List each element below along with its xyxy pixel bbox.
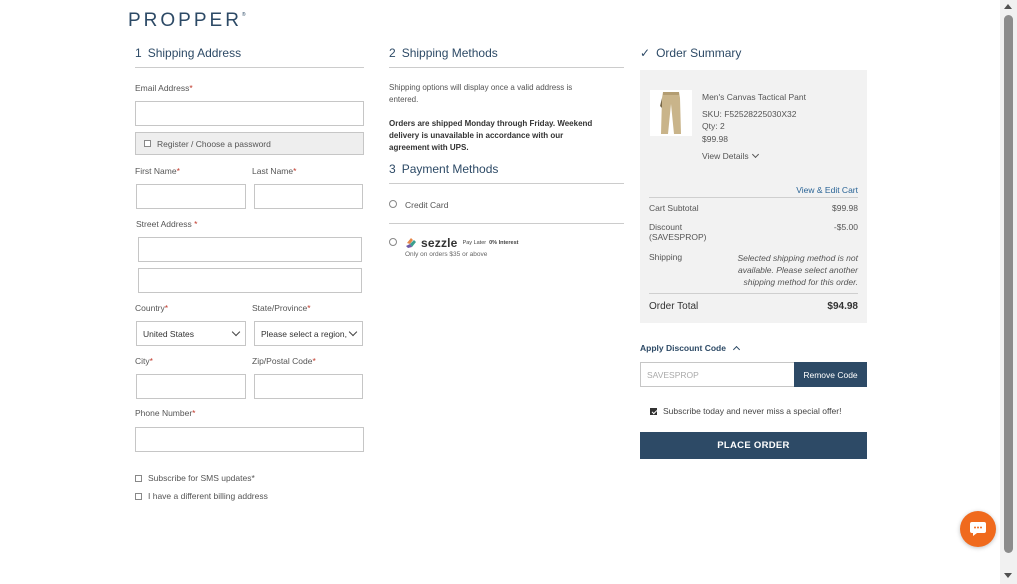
check-icon: ✓	[640, 46, 651, 60]
shipping-methods-title: 2 Shipping Methods	[389, 44, 624, 68]
chevron-down-icon	[231, 327, 241, 337]
billing-checkbox[interactable]	[135, 492, 142, 500]
chat-icon	[970, 522, 986, 536]
apply-discount-toggle[interactable]: Apply Discount Code	[640, 343, 740, 354]
newsletter-subscribe-row[interactable]: Subscribe today and never miss a special…	[650, 406, 841, 416]
phone-field[interactable]	[135, 427, 364, 452]
order-total-row: Order Total $94.98	[649, 301, 858, 312]
product-thumbnail[interactable]	[650, 90, 692, 136]
product-sku: SKU: F52528225030X32	[702, 109, 797, 119]
scroll-thumb[interactable]	[1004, 15, 1013, 553]
payment-credit-card[interactable]: Credit Card	[389, 195, 624, 224]
street-address-label: Street Address *	[136, 219, 198, 229]
discount-row: Discount (SAVESPROP) -$5.00	[649, 222, 858, 242]
sezzle-logo-icon	[406, 238, 416, 248]
zip-label: Zip/Postal Code*	[252, 356, 316, 366]
shipping-note: Shipping options will display once a val…	[389, 83, 573, 104]
register-label: Register / Choose a password	[157, 138, 271, 149]
page-scrollbar[interactable]	[1000, 0, 1017, 584]
last-name-label: Last Name*	[252, 166, 297, 176]
cart-subtotal-row: Cart Subtotal $99.98	[649, 203, 858, 213]
credit-card-radio[interactable]	[389, 200, 397, 208]
product-qty: Qty: 2	[702, 121, 725, 131]
credit-card-label: Credit Card	[405, 200, 449, 210]
sezzle-radio[interactable]	[389, 238, 397, 246]
divider	[649, 197, 858, 198]
phone-label: Phone Number*	[135, 408, 196, 418]
first-name-field[interactable]	[136, 184, 246, 209]
order-summary-title: ✓ Order Summary	[640, 46, 742, 60]
state-label: State/Province*	[252, 303, 311, 313]
street-address-line1[interactable]	[138, 237, 362, 262]
chevron-up-icon	[732, 345, 740, 354]
scroll-down-icon[interactable]	[1004, 573, 1012, 578]
place-order-button[interactable]: PLACE ORDER	[640, 432, 867, 459]
email-label: Email Address*	[135, 83, 193, 93]
sms-subscribe-row[interactable]: Subscribe for SMS updates*	[135, 473, 255, 483]
email-field[interactable]	[135, 101, 364, 126]
shipping-schedule-note: Orders are shipped Monday through Friday…	[389, 119, 593, 152]
payment-methods-title: 3 Payment Methods	[389, 160, 624, 184]
sms-label: Subscribe for SMS updates*	[148, 473, 255, 483]
last-name-field[interactable]	[254, 184, 363, 209]
order-summary-section: ✓ Order Summary Men's Canvas Tactical Pa…	[640, 44, 867, 464]
billing-address-row[interactable]: I have a different billing address	[135, 491, 268, 501]
country-label: Country*	[135, 303, 169, 313]
view-details-toggle[interactable]: View Details	[702, 150, 759, 161]
first-name-label: First Name*	[135, 166, 180, 176]
remove-code-button[interactable]: Remove Code	[794, 362, 867, 387]
shipping-address-section: 1 Shipping Address Email Address* Regist…	[135, 44, 364, 514]
product-price: $99.98	[702, 134, 728, 144]
sezzle-logo-text: sezzle	[421, 236, 458, 250]
order-summary-box: Men's Canvas Tactical Pant SKU: F5252822…	[640, 70, 867, 323]
newsletter-label: Subscribe today and never miss a special…	[663, 406, 842, 416]
shipping-methods-section: 2 Shipping Methods Shipping options will…	[389, 44, 624, 274]
sms-checkbox[interactable]	[135, 474, 142, 482]
product-name: Men's Canvas Tactical Pant	[702, 92, 806, 102]
propper-logo[interactable]: PROPPER®	[128, 10, 246, 32]
shipping-row: Shipping Selected shipping method is not…	[649, 252, 858, 287]
divider	[649, 293, 858, 294]
newsletter-checkbox[interactable]	[650, 407, 657, 415]
shipping-address-title: 1 Shipping Address	[135, 44, 364, 68]
billing-label: I have a different billing address	[148, 491, 268, 501]
city-label: City*	[135, 356, 153, 366]
chevron-down-icon	[751, 150, 759, 159]
sezzle-note: Only on orders $35 or above	[405, 251, 488, 258]
state-select[interactable]: Please select a region,	[254, 321, 363, 346]
sezzle-interest: 0% Interest	[489, 240, 519, 246]
city-field[interactable]	[136, 374, 246, 399]
sezzle-tagline: Pay Later	[462, 240, 487, 246]
register-checkbox-row[interactable]: Register / Choose a password	[135, 132, 364, 155]
view-edit-cart-link[interactable]: View & Edit Cart	[796, 185, 858, 195]
country-select[interactable]: United States	[136, 321, 246, 346]
chevron-down-icon	[348, 327, 358, 337]
discount-code-field[interactable]: SAVESPROP	[640, 362, 795, 387]
payment-sezzle[interactable]: sezzle Pay Later 0% Interest Only on ord…	[389, 236, 624, 258]
chat-widget-button[interactable]	[960, 511, 996, 547]
zip-field[interactable]	[254, 374, 363, 399]
sezzle-option: sezzle Pay Later 0% Interest Only on ord…	[405, 236, 518, 258]
street-address-line2[interactable]	[138, 268, 362, 293]
scroll-up-icon[interactable]	[1004, 4, 1012, 9]
register-checkbox[interactable]	[144, 140, 151, 147]
